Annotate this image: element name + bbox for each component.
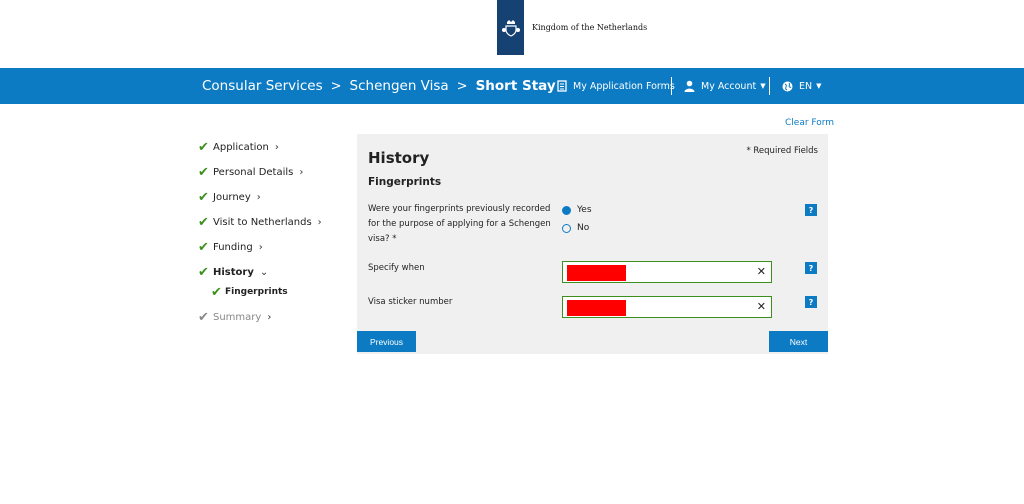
step-application[interactable]: ✔ Application › <box>198 135 348 160</box>
check-icon: ✔ <box>198 265 209 280</box>
help-icon[interactable]: ? <box>805 204 817 216</box>
step-journey[interactable]: ✔ Journey › <box>198 185 348 210</box>
nav-bar: Consular Services > Schengen Visa > Shor… <box>0 68 1024 104</box>
my-account-label: My Account <box>701 80 757 92</box>
chevron-right-icon: › <box>317 217 322 228</box>
org-name: Kingdom of the Netherlands <box>532 23 648 32</box>
my-application-forms-link[interactable]: My Application Forms <box>557 68 675 104</box>
visa-sticker-number-input[interactable]: ✕ <box>562 296 772 318</box>
document-icon <box>557 80 567 92</box>
breadcrumb: Consular Services > Schengen Visa > Shor… <box>202 68 556 104</box>
check-icon: ✔ <box>211 284 222 300</box>
check-icon: ✔ <box>198 310 209 325</box>
radio-yes[interactable]: Yes <box>562 205 592 215</box>
fingerprints-question: Were your fingerprints previously record… <box>368 204 551 244</box>
previous-button[interactable]: Previous <box>357 331 416 352</box>
redacted-value <box>567 265 626 281</box>
my-account-menu[interactable]: My Account ▼ <box>684 68 766 104</box>
section-title: Fingerprints <box>368 176 442 188</box>
step-funding[interactable]: ✔ Funding › <box>198 235 348 260</box>
check-icon: ✔ <box>198 140 209 155</box>
help-icon[interactable]: ? <box>805 296 817 308</box>
next-button[interactable]: Next <box>769 331 828 352</box>
redacted-value <box>567 300 626 316</box>
chevron-right-icon: › <box>258 242 263 253</box>
breadcrumb-short-stay: Short Stay <box>475 78 556 94</box>
chevron-right-icon: › <box>299 167 304 178</box>
step-visit-to-netherlands[interactable]: ✔ Visit to Netherlands › <box>198 210 348 235</box>
language-label: EN <box>799 80 813 92</box>
substep-fingerprints[interactable]: ✔ Fingerprints <box>198 284 348 300</box>
clear-form-link[interactable]: Clear Form <box>785 118 834 128</box>
required-fields-note: * Required Fields <box>746 146 818 156</box>
check-icon: ✔ <box>198 190 209 205</box>
visa-sticker-number-label: Visa sticker number <box>368 297 453 307</box>
royal-crest-icon[interactable] <box>497 0 524 55</box>
check-icon: ✔ <box>198 215 209 230</box>
chevron-down-icon: ⌄ <box>259 267 269 278</box>
clear-input-icon[interactable]: ✕ <box>757 265 766 278</box>
caret-down-icon: ▼ <box>816 82 822 90</box>
radio-no[interactable]: No <box>562 223 589 233</box>
check-icon: ✔ <box>198 240 209 255</box>
nav-divider <box>671 77 672 95</box>
globe-icon <box>782 81 793 91</box>
breadcrumb-schengen-visa[interactable]: Schengen Visa <box>350 78 449 94</box>
page-title: History <box>368 149 430 167</box>
help-icon[interactable]: ? <box>805 262 817 274</box>
chevron-right-icon: > <box>330 78 342 94</box>
specify-when-input[interactable]: ✕ <box>562 261 772 283</box>
radio-selected-icon <box>562 205 571 215</box>
step-history[interactable]: ✔ History ⌄ <box>198 260 348 285</box>
caret-down-icon: ▼ <box>760 82 766 90</box>
progress-steps: ✔ Application › ✔ Personal Details › ✔ Journe… <box>198 135 348 330</box>
chevron-right-icon: › <box>267 312 272 323</box>
breadcrumb-consular-services[interactable]: Consular Services <box>202 78 323 94</box>
user-icon <box>684 80 695 92</box>
specify-when-label: Specify when <box>368 263 425 273</box>
check-icon: ✔ <box>198 165 209 180</box>
language-selector[interactable]: EN ▼ <box>782 68 822 104</box>
radio-unselected-icon <box>562 223 571 233</box>
nav-divider <box>769 77 770 95</box>
form-panel: History * Required Fields Fingerprints W… <box>357 134 828 354</box>
site-header: Kingdom of the Netherlands <box>497 0 647 55</box>
chevron-right-icon: › <box>256 192 261 203</box>
clear-input-icon[interactable]: ✕ <box>757 300 766 313</box>
chevron-right-icon: > <box>456 78 468 94</box>
chevron-right-icon: › <box>274 142 279 153</box>
my-application-forms-label: My Application Forms <box>573 80 675 92</box>
step-personal-details[interactable]: ✔ Personal Details › <box>198 160 348 185</box>
step-summary[interactable]: ✔ Summary › <box>198 305 348 330</box>
